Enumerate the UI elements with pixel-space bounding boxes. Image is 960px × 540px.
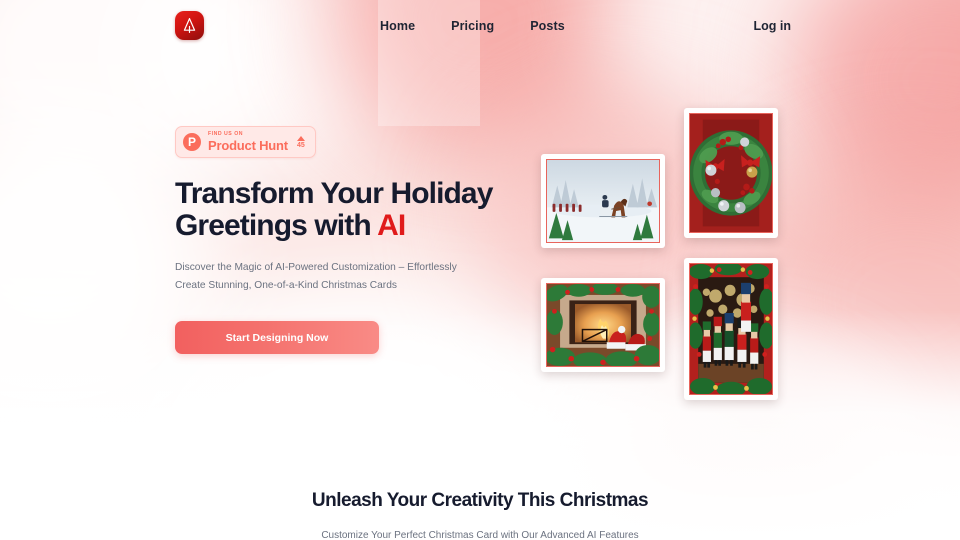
login-link[interactable]: Log in bbox=[754, 0, 792, 52]
product-hunt-name: Product Hunt bbox=[208, 138, 288, 154]
headline-accent: AI bbox=[377, 209, 406, 243]
card-frame bbox=[689, 263, 773, 395]
card-gallery bbox=[538, 108, 788, 400]
card-artwork bbox=[690, 114, 772, 232]
product-hunt-badge[interactable]: P FIND US ON Product Hunt 45 bbox=[175, 126, 316, 159]
card-artwork bbox=[547, 284, 659, 366]
main-navigation: Home Pricing Posts bbox=[380, 0, 565, 52]
card-artwork bbox=[690, 264, 772, 394]
start-designing-button[interactable]: Start Designing Now bbox=[175, 321, 379, 355]
nav-item-pricing[interactable]: Pricing bbox=[451, 19, 494, 33]
card-cozy-fireplace-with-santa-hats[interactable] bbox=[541, 278, 665, 372]
card-nutcracker-soldiers-with-lights[interactable] bbox=[684, 258, 778, 400]
product-hunt-icon: P bbox=[183, 133, 201, 152]
card-frame bbox=[689, 113, 773, 233]
card-horse-drawn-sleigh-snow-scene[interactable] bbox=[541, 154, 665, 248]
features-section: Unleash Your Creativity This Christmas C… bbox=[0, 490, 960, 540]
hero-content: P FIND US ON Product Hunt 45 Transform Y… bbox=[175, 126, 520, 355]
product-hunt-upvotes: 45 bbox=[296, 135, 305, 149]
product-hunt-kicker: FIND US ON bbox=[208, 131, 243, 137]
card-frame bbox=[546, 159, 660, 243]
headline-main: Transform Your Holiday Greetings with bbox=[175, 177, 493, 243]
hero-subtitle: Discover the Magic of AI-Powered Customi… bbox=[175, 262, 457, 292]
nav-item-home[interactable]: Home bbox=[380, 19, 415, 33]
upvote-triangle-icon bbox=[296, 135, 305, 141]
section-title: Unleash Your Creativity This Christmas bbox=[311, 490, 649, 511]
nav-item-posts[interactable]: Posts bbox=[530, 19, 565, 33]
christmas-tree-logo-icon bbox=[182, 17, 197, 34]
page-title: Transform Your Holiday Greetings with AI bbox=[175, 178, 520, 242]
brand-logo[interactable] bbox=[175, 11, 204, 40]
landing-page: Home Pricing Posts Log in P FIND US ON P… bbox=[0, 0, 960, 540]
product-hunt-text: FIND US ON Product Hunt bbox=[208, 131, 288, 154]
card-christmas-wreath-on-red-door[interactable] bbox=[684, 108, 778, 238]
card-frame bbox=[546, 283, 660, 367]
card-artwork bbox=[547, 160, 659, 242]
site-header: Home Pricing Posts Log in bbox=[0, 0, 960, 52]
section-subtitle: Customize Your Perfect Christmas Card wi… bbox=[321, 530, 639, 540]
upvote-count: 45 bbox=[297, 141, 305, 149]
